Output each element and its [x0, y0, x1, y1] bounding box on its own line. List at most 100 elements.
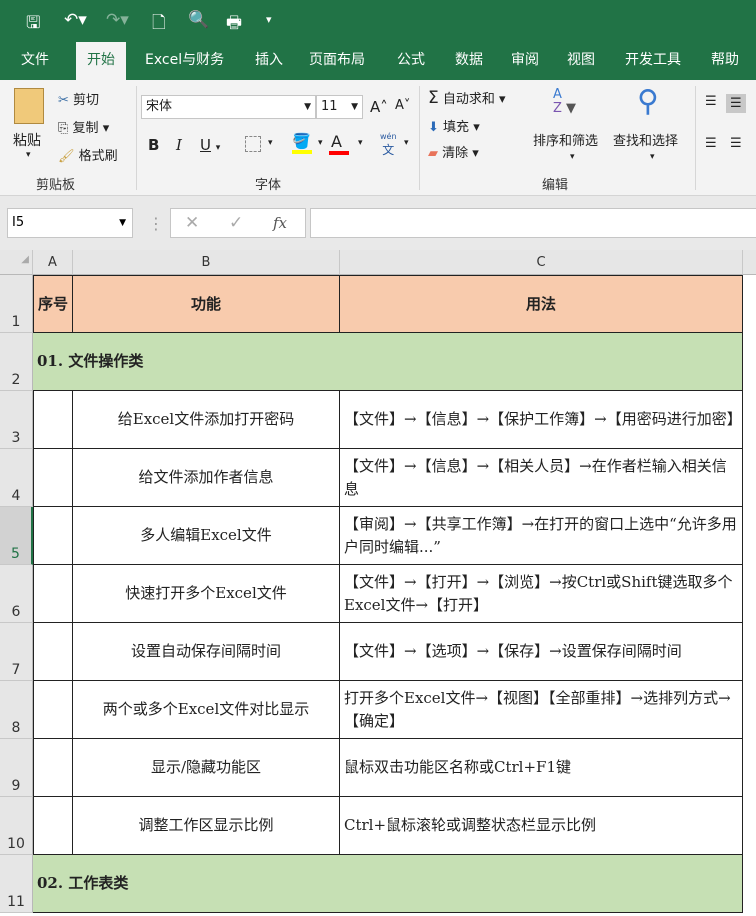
tab-9[interactable]: 开发工具 — [614, 42, 692, 80]
underline-button[interactable]: U ▾ — [200, 136, 220, 154]
paste-icon[interactable] — [14, 88, 44, 124]
row-header[interactable]: 4 — [0, 449, 33, 507]
cell-function[interactable]: 快速打开多个Excel文件 — [73, 565, 340, 623]
tab-10[interactable]: 帮助 — [700, 42, 750, 80]
tab-7[interactable]: 审阅 — [500, 42, 550, 80]
tab-6[interactable]: 数据 — [444, 42, 494, 80]
column-header-a[interactable]: A — [33, 250, 73, 275]
format-painter-button[interactable]: 🖌 格式刷 — [58, 145, 118, 164]
align-middle-icon[interactable]: ☰ — [726, 94, 746, 113]
cell-a[interactable] — [33, 507, 73, 565]
cancel-icon[interactable]: ✕ — [185, 209, 199, 237]
chevron-down-icon[interactable]: ▾ — [358, 138, 363, 148]
print-preview-icon[interactable]: 🔍 — [188, 10, 209, 30]
cell-usage[interactable]: 打开多个Excel文件→【视图】【全部重排】→选排列方式→【确定】 — [340, 681, 743, 739]
cell-function[interactable]: 多人编辑Excel文件 — [73, 507, 340, 565]
paste-dropdown-icon[interactable]: ▾ — [26, 150, 31, 160]
bold-button[interactable]: B — [148, 136, 159, 154]
cell-usage[interactable]: 【文件】→【信息】→【相关人员】→在作者栏输入相关信息 — [340, 449, 743, 507]
header-cell-c[interactable]: 用法 — [340, 275, 743, 333]
row-header[interactable]: 3 — [0, 391, 33, 449]
cell-usage[interactable]: Ctrl+鼠标滚轮或调整状态栏显示比例 — [340, 797, 743, 855]
cell-function[interactable]: 设置自动保存间隔时间 — [73, 623, 340, 681]
cell-usage[interactable]: 鼠标双击功能区名称或Ctrl+F1键 — [340, 739, 743, 797]
paste-button[interactable]: 粘贴 — [13, 130, 41, 150]
tab-1[interactable]: 开始 — [76, 42, 126, 80]
chevron-down-icon[interactable]: ▾ — [650, 152, 655, 162]
fill-color-icon[interactable]: 🪣 — [292, 132, 312, 154]
tab-5[interactable]: 公式 — [386, 42, 436, 80]
cell-a[interactable] — [33, 623, 73, 681]
header-cell-b[interactable]: 功能 — [73, 275, 340, 333]
redo-icon[interactable]: ↷▾ — [106, 10, 129, 30]
cell-a[interactable] — [33, 797, 73, 855]
cell-a[interactable] — [33, 681, 73, 739]
phonetic-icon[interactable]: wén 文 — [380, 132, 397, 158]
row-header[interactable]: 1 — [0, 275, 33, 333]
column-header-d[interactable] — [743, 250, 756, 275]
tab-4[interactable]: 页面布局 — [298, 42, 376, 80]
formula-input[interactable] — [310, 208, 756, 238]
chevron-down-icon[interactable]: ▾ — [318, 138, 323, 148]
undo-icon[interactable]: ↶▾ — [64, 10, 87, 30]
name-box[interactable]: I5 ▼ — [7, 208, 133, 238]
sort-filter-button[interactable]: 排序和筛选 — [533, 130, 598, 149]
find-select-button[interactable]: 查找和选择 — [613, 130, 678, 149]
cell-function[interactable]: 给文件添加作者信息 — [73, 449, 340, 507]
align-top-icon[interactable]: ☰ — [705, 94, 717, 109]
copy-button[interactable]: ⎘ 复制 ▾ — [58, 117, 109, 136]
chevron-down-icon[interactable]: ▾ — [570, 152, 575, 162]
cut-button[interactable]: ✂ 剪切 — [58, 89, 99, 108]
align-left-icon[interactable]: ☰ — [705, 136, 717, 151]
section-row[interactable]: 01. 文件操作类 — [33, 333, 743, 391]
border-icon[interactable] — [245, 136, 261, 152]
cell-function[interactable]: 给Excel文件添加打开密码 — [73, 391, 340, 449]
cell-usage[interactable]: 【文件】→【打开】→【浏览】→按Ctrl或Shift键选取多个Excel文件→【… — [340, 565, 743, 623]
print-icon[interactable]: 🖶 — [226, 10, 242, 39]
new-file-icon[interactable]: 🗋 — [152, 10, 166, 39]
italic-button[interactable]: I — [176, 136, 182, 154]
cell-function[interactable]: 两个或多个Excel文件对比显示 — [73, 681, 340, 739]
cell-function[interactable]: 调整工作区显示比例 — [73, 797, 340, 855]
enter-icon[interactable]: ✓ — [229, 209, 243, 237]
row-header[interactable]: 11 — [0, 855, 33, 913]
row-header[interactable]: 5 — [0, 507, 33, 565]
column-header-c[interactable]: C — [340, 250, 743, 275]
save-icon[interactable]: 🖫 — [26, 10, 40, 39]
cell-usage[interactable]: 【审阅】→【共享工作簿】→在打开的窗口上选中“允许多用户同时编辑...” — [340, 507, 743, 565]
customize-icon[interactable]: ▾ — [266, 13, 272, 26]
section-row[interactable]: 02. 工作表类 — [33, 855, 743, 913]
cell-a[interactable] — [33, 565, 73, 623]
cell-usage[interactable]: 【文件】→【选项】→【保存】→设置保存间隔时间 — [340, 623, 743, 681]
tab-0[interactable]: 文件 — [10, 42, 60, 80]
increase-font-icon[interactable]: A˄ — [370, 98, 388, 116]
chevron-down-icon[interactable]: ▾ — [268, 138, 273, 148]
tab-2[interactable]: Excel与财务 — [134, 42, 235, 80]
font-size-select[interactable]: 11 ▼ — [316, 95, 363, 119]
cell-a[interactable] — [33, 391, 73, 449]
cell-a[interactable] — [33, 449, 73, 507]
cell-a[interactable] — [33, 739, 73, 797]
column-header-b[interactable]: B — [73, 250, 340, 275]
cell-usage[interactable]: 【文件】→【信息】→【保护工作簿】→【用密码进行加密】 — [340, 391, 743, 449]
autosum-button[interactable]: Σ 自动求和 ▾ — [428, 88, 506, 108]
clear-button[interactable]: ▰ 清除 ▾ — [428, 142, 479, 161]
cell-function[interactable]: 显示/隐藏功能区 — [73, 739, 340, 797]
font-name-select[interactable]: 宋体 ▼ — [141, 95, 316, 119]
font-color-icon[interactable]: A — [329, 132, 349, 155]
row-header[interactable]: 2 — [0, 333, 33, 391]
insert-function-button[interactable]: fx — [273, 209, 287, 237]
row-header[interactable]: 9 — [0, 739, 33, 797]
align-center-icon[interactable]: ☰ — [730, 136, 742, 151]
select-all-button[interactable]: ◢ — [0, 250, 33, 275]
row-header[interactable]: 6 — [0, 565, 33, 623]
row-header[interactable]: 10 — [0, 797, 33, 855]
fill-button[interactable]: ⬇ 填充 ▾ — [428, 116, 480, 135]
tab-3[interactable]: 插入 — [244, 42, 294, 80]
header-cell-a[interactable]: 序号 — [33, 275, 73, 333]
chevron-down-icon[interactable]: ▾ — [404, 138, 409, 148]
row-header[interactable]: 7 — [0, 623, 33, 681]
decrease-font-icon[interactable]: A˅ — [395, 98, 410, 113]
row-header[interactable]: 8 — [0, 681, 33, 739]
tab-8[interactable]: 视图 — [556, 42, 606, 80]
